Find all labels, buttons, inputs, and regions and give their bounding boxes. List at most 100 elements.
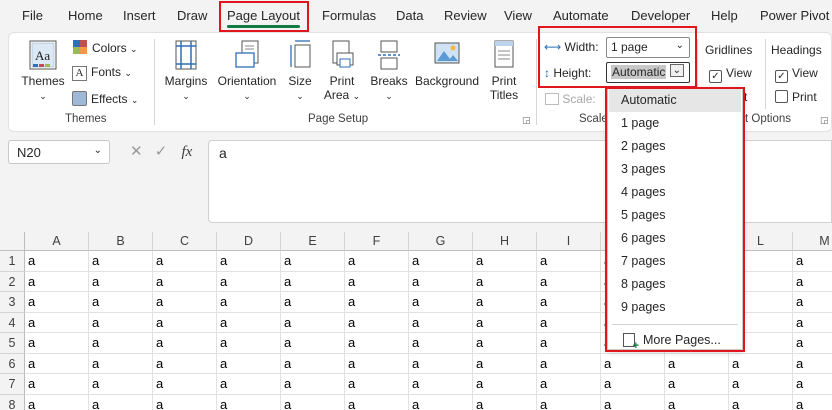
cell[interactable]: a [25, 251, 89, 272]
dropdown-item[interactable]: 2 pages [609, 135, 741, 158]
cell[interactable]: a [409, 394, 473, 410]
cell[interactable]: a [537, 353, 601, 374]
column-header[interactable]: M [793, 232, 832, 251]
cell[interactable]: a [537, 394, 601, 410]
cell[interactable]: a [793, 374, 832, 395]
cell[interactable]: a [153, 271, 217, 292]
dropdown-item[interactable]: Automatic [609, 89, 741, 112]
fx-icon[interactable]: fx [182, 144, 193, 160]
cell[interactable]: a [281, 374, 345, 395]
cell[interactable]: a [25, 271, 89, 292]
cell[interactable]: a [25, 374, 89, 395]
cell[interactable]: a [345, 353, 409, 374]
cell[interactable]: a [25, 292, 89, 313]
more-pages-item[interactable]: + More Pages... [609, 329, 741, 352]
cell[interactable]: a [153, 312, 217, 333]
column-header[interactable]: I [537, 232, 601, 251]
cell[interactable]: a [217, 271, 281, 292]
cell[interactable]: a [537, 333, 601, 354]
tab-developer[interactable]: Developer [631, 8, 690, 23]
cell[interactable]: a [793, 354, 832, 374]
cell[interactable]: a [601, 394, 665, 410]
column-header[interactable]: H [473, 232, 537, 251]
column-header[interactable]: C [153, 232, 217, 251]
cell[interactable]: a [473, 251, 537, 272]
cell[interactable]: a [537, 271, 601, 292]
select-all-corner[interactable] [0, 232, 25, 251]
cell[interactable]: a [473, 374, 537, 395]
cell[interactable]: a [409, 251, 473, 272]
cell[interactable]: a [89, 353, 153, 374]
cell[interactable]: a [89, 333, 153, 354]
cell[interactable]: a [409, 353, 473, 374]
cell[interactable]: a [25, 333, 89, 354]
cell[interactable]: a [729, 353, 793, 374]
row-header[interactable]: 6 [0, 353, 25, 374]
scale-row[interactable]: Scale: [545, 92, 596, 106]
cell[interactable]: a [281, 292, 345, 313]
column-header[interactable]: B [89, 232, 153, 251]
row-header[interactable]: 5 [0, 333, 25, 354]
dropdown-item[interactable]: 3 pages [609, 158, 741, 181]
cell[interactable]: a [409, 292, 473, 313]
dropdown-item[interactable]: 1 page [609, 112, 741, 135]
height-select[interactable]: Automatic ⌄ [606, 62, 690, 83]
cell[interactable]: a [281, 394, 345, 410]
tab-power-pivot[interactable]: Power Pivot [760, 8, 829, 23]
cell[interactable]: a [537, 292, 601, 313]
cell[interactable]: a [409, 312, 473, 333]
cell[interactable]: a [473, 353, 537, 374]
cell[interactable]: a [25, 312, 89, 333]
effects-button[interactable]: Effects ⌄ [72, 91, 138, 106]
cell[interactable]: a [153, 333, 217, 354]
margins-button[interactable]: Margins ⌄ [161, 39, 211, 103]
row-header[interactable]: 3 [0, 292, 25, 313]
tab-help[interactable]: Help [711, 8, 738, 23]
dropdown-item[interactable]: 9 pages [609, 296, 741, 319]
cell[interactable]: a [345, 394, 409, 410]
cell[interactable]: a [345, 333, 409, 354]
cell[interactable]: a [217, 312, 281, 333]
cell[interactable]: a [473, 394, 537, 410]
cell[interactable]: a [665, 353, 729, 374]
cell[interactable]: a [217, 333, 281, 354]
cell[interactable]: a [729, 374, 793, 395]
cell[interactable]: a [153, 292, 217, 313]
cell[interactable]: a [89, 251, 153, 272]
dropdown-item[interactable]: 6 pages [609, 227, 741, 250]
cancel-icon[interactable]: ✕ [130, 143, 143, 160]
cell[interactable]: a [89, 394, 153, 410]
cell[interactable]: a [217, 394, 281, 410]
cell[interactable]: a [793, 395, 832, 410]
cell[interactable]: a [153, 353, 217, 374]
row-header[interactable]: 4 [0, 312, 25, 333]
cell[interactable]: a [217, 251, 281, 272]
cell[interactable]: a [345, 312, 409, 333]
row-header[interactable]: 7 [0, 374, 25, 395]
headings-view-checkbox[interactable]: ✓ View [775, 66, 818, 83]
sheet-options-dialog-launcher-icon[interactable]: ◲ [820, 115, 829, 126]
cell[interactable]: a [473, 312, 537, 333]
gridlines-view-checkbox[interactable]: ✓ View [709, 66, 752, 83]
tab-formulas[interactable]: Formulas [322, 8, 376, 23]
column-header[interactable]: A [25, 232, 89, 251]
cell[interactable]: a [537, 374, 601, 395]
cell[interactable]: a [345, 271, 409, 292]
cell[interactable]: a [537, 251, 601, 272]
cell[interactable]: a [281, 312, 345, 333]
column-header[interactable]: G [409, 232, 473, 251]
cell[interactable]: a [601, 353, 665, 374]
cell[interactable]: a [665, 374, 729, 395]
cell[interactable]: a [217, 374, 281, 395]
orientation-button[interactable]: Orientation ⌄ [213, 39, 281, 103]
cell[interactable]: a [601, 374, 665, 395]
enter-icon[interactable]: ✓ [155, 143, 168, 160]
dropdown-item[interactable]: 5 pages [609, 204, 741, 227]
cell[interactable]: a [345, 251, 409, 272]
colors-button[interactable]: Colors ⌄ [72, 39, 138, 55]
tab-home[interactable]: Home [68, 8, 103, 23]
cell[interactable]: a [25, 394, 89, 410]
dropdown-item[interactable]: 4 pages [609, 181, 741, 204]
row-header[interactable]: 1 [0, 251, 25, 272]
cell[interactable]: a [281, 333, 345, 354]
